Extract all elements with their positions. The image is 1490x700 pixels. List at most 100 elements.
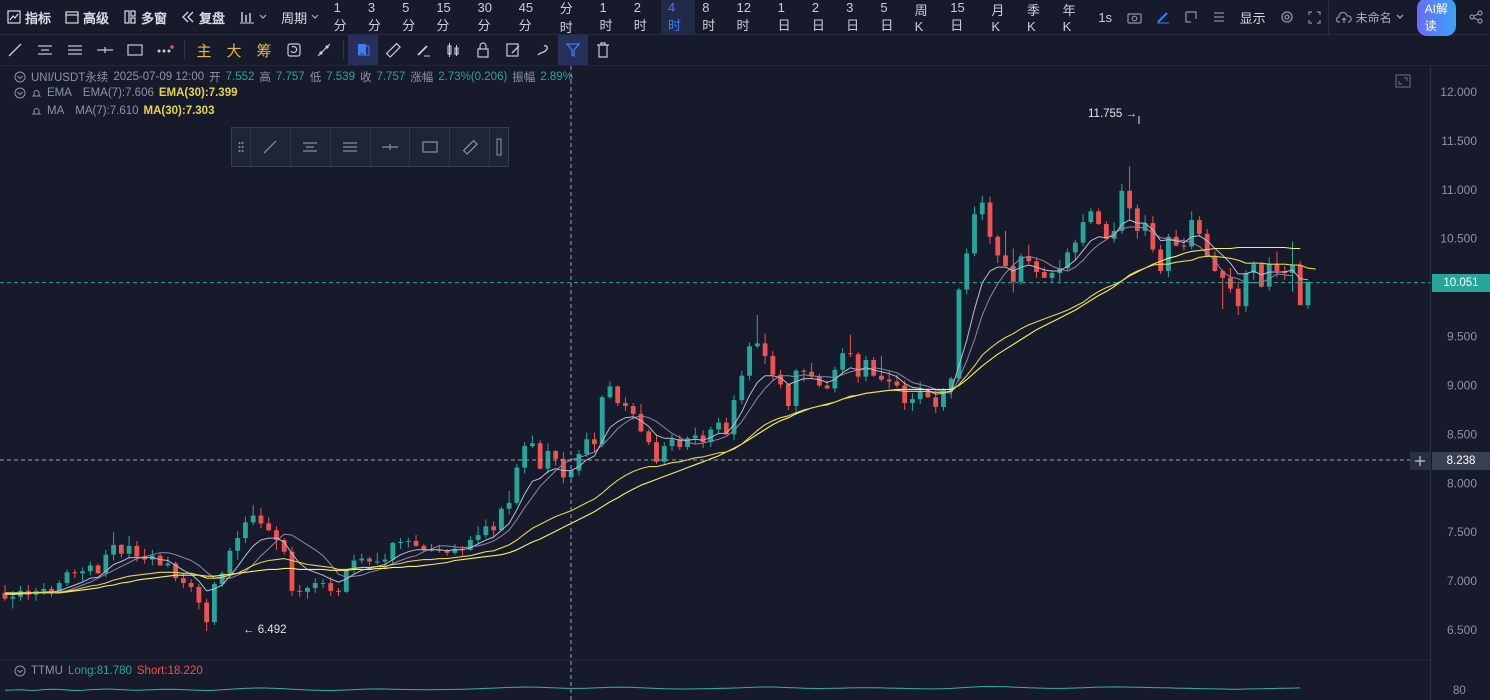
brush-icon [417, 45, 430, 57]
interval-button[interactable]: 1s [1091, 0, 1120, 34]
list-button[interactable] [1205, 0, 1233, 34]
candle-body [840, 353, 846, 370]
float-horizontal-tool[interactable] [371, 128, 411, 166]
candle-body [87, 565, 93, 572]
period-dropdown[interactable]: 周期 [274, 0, 326, 34]
timeframe-0[interactable]: 1分 [326, 0, 360, 34]
keep-drawing-tool[interactable] [348, 35, 378, 65]
candle-body [1088, 211, 1094, 223]
filter-icon [565, 43, 581, 58]
ma-legend: MA MA(7):7.610 MA(30):7.303 [14, 105, 214, 117]
maximize-button[interactable] [1394, 73, 1412, 89]
timeframe-20[interactable]: 年K [1055, 0, 1091, 34]
screenshot-button[interactable] [1120, 0, 1149, 34]
more-tools-button[interactable] [150, 35, 180, 65]
timeframe-10[interactable]: 8时 [695, 0, 729, 34]
chevron-circle-icon[interactable] [14, 71, 26, 83]
candle-body [785, 384, 791, 406]
chevron-circle-icon[interactable] [14, 665, 26, 677]
timeframe-11[interactable]: 12时 [729, 0, 770, 34]
hide-tool[interactable] [528, 35, 558, 65]
candle-body [289, 551, 295, 591]
timeframe-14[interactable]: 3日 [839, 0, 873, 34]
timeframe-3[interactable]: 15分 [429, 0, 470, 34]
delete-tool[interactable] [588, 35, 618, 65]
timeframe-5[interactable]: 45分 [511, 0, 552, 34]
float-trend-line-tool[interactable] [251, 128, 291, 166]
big-order-button[interactable]: 大 [219, 35, 249, 65]
float-ruler-tool[interactable] [450, 128, 491, 166]
trend-line-tool[interactable] [0, 35, 30, 65]
channel-tool[interactable] [60, 35, 90, 65]
timeframe-18[interactable]: 月K [984, 0, 1020, 34]
replay-button[interactable]: 复盘 [174, 0, 232, 34]
filter-tool[interactable] [558, 35, 588, 65]
horizontal-line-tool[interactable] [90, 35, 120, 65]
price-axis: 12.00011.50011.00010.50010.0009.5009.000… [1430, 66, 1490, 700]
lock-tool[interactable] [468, 35, 498, 65]
main-chart-button[interactable]: 主 [189, 35, 219, 65]
float-collapse-icon[interactable] [490, 128, 508, 166]
candle-body [886, 379, 892, 382]
candle-body [847, 353, 853, 355]
timeframe-19[interactable]: 季K [1020, 0, 1056, 34]
timeframe-8[interactable]: 2时 [626, 0, 660, 34]
float-rectangle-tool[interactable] [410, 128, 451, 166]
layout-icon [1184, 11, 1197, 23]
brush-tool[interactable] [408, 35, 438, 65]
candle-body [615, 386, 621, 404]
drag-handle-icon[interactable] [232, 128, 251, 166]
float-channel-tool[interactable] [331, 128, 371, 166]
price-chart[interactable]: 12.00011.50011.00010.50010.0009.5009.000… [0, 66, 1490, 700]
chip-button[interactable]: 筹 [249, 35, 279, 65]
ruler-tool[interactable] [378, 35, 408, 65]
lock-icon [477, 42, 489, 58]
y-tick-label: 7.500 [1447, 525, 1477, 539]
indicator-button[interactable]: 指标 [0, 0, 58, 34]
timeframe-4[interactable]: 30分 [470, 0, 511, 34]
settings-button[interactable] [1273, 0, 1301, 34]
candle-tool[interactable] [438, 35, 468, 65]
timeframe-16[interactable]: 周K [907, 0, 943, 34]
float-parallel-tool[interactable] [291, 128, 331, 166]
bell-icon[interactable] [31, 88, 42, 99]
candle-body [747, 346, 752, 376]
add-alert-button[interactable] [1410, 452, 1430, 470]
timeframe-12[interactable]: 1日 [770, 0, 804, 34]
y-tick-label: 10.500 [1440, 232, 1477, 246]
share-button[interactable] [1462, 0, 1490, 34]
cloud-save-button[interactable]: 未命名 [1327, 0, 1411, 34]
advanced-button[interactable]: 高级 [58, 0, 116, 34]
multi-window-button[interactable]: 多窗 [116, 0, 174, 34]
candle-body [1197, 220, 1202, 234]
parallel-lines-tool[interactable] [30, 35, 60, 65]
candle-body [1003, 255, 1008, 267]
chevron-circle-icon[interactable] [14, 87, 26, 99]
y-tick-label: 9.500 [1447, 330, 1477, 344]
trend-line-icon [8, 43, 22, 57]
timeframe-7[interactable]: 1时 [592, 0, 626, 34]
rectangle-tool[interactable] [120, 35, 150, 65]
edit-tool[interactable] [498, 35, 528, 65]
bell-icon[interactable] [31, 106, 42, 117]
ai-analysis-button[interactable]: AI解读 [1416, 0, 1456, 36]
timeframe-2[interactable]: 5分 [395, 0, 429, 34]
timeframe-1[interactable]: 3分 [360, 0, 394, 34]
ttmu-name: TTMU [31, 665, 63, 677]
candle-body [630, 405, 636, 414]
magnet-tool[interactable] [309, 35, 339, 65]
timeframe-17[interactable]: 15日 [943, 0, 984, 34]
draw-toggle-button[interactable] [1149, 0, 1177, 34]
timeframe-15[interactable]: 5日 [873, 0, 907, 34]
fullscreen-button[interactable] [1301, 0, 1328, 34]
candle-body [80, 571, 85, 574]
timeframe-6[interactable]: 分时 [552, 0, 592, 35]
candle-body [103, 554, 109, 574]
timeframe-13[interactable]: 2日 [804, 0, 838, 34]
amplitude-value: 2.89% [540, 71, 573, 83]
display-button[interactable]: 显示 [1233, 0, 1273, 34]
template-button[interactable] [1177, 0, 1205, 34]
timeframe-9[interactable]: 4时 [660, 0, 695, 34]
reset-tool[interactable] [279, 35, 309, 65]
chart-type-button[interactable] [232, 0, 274, 34]
